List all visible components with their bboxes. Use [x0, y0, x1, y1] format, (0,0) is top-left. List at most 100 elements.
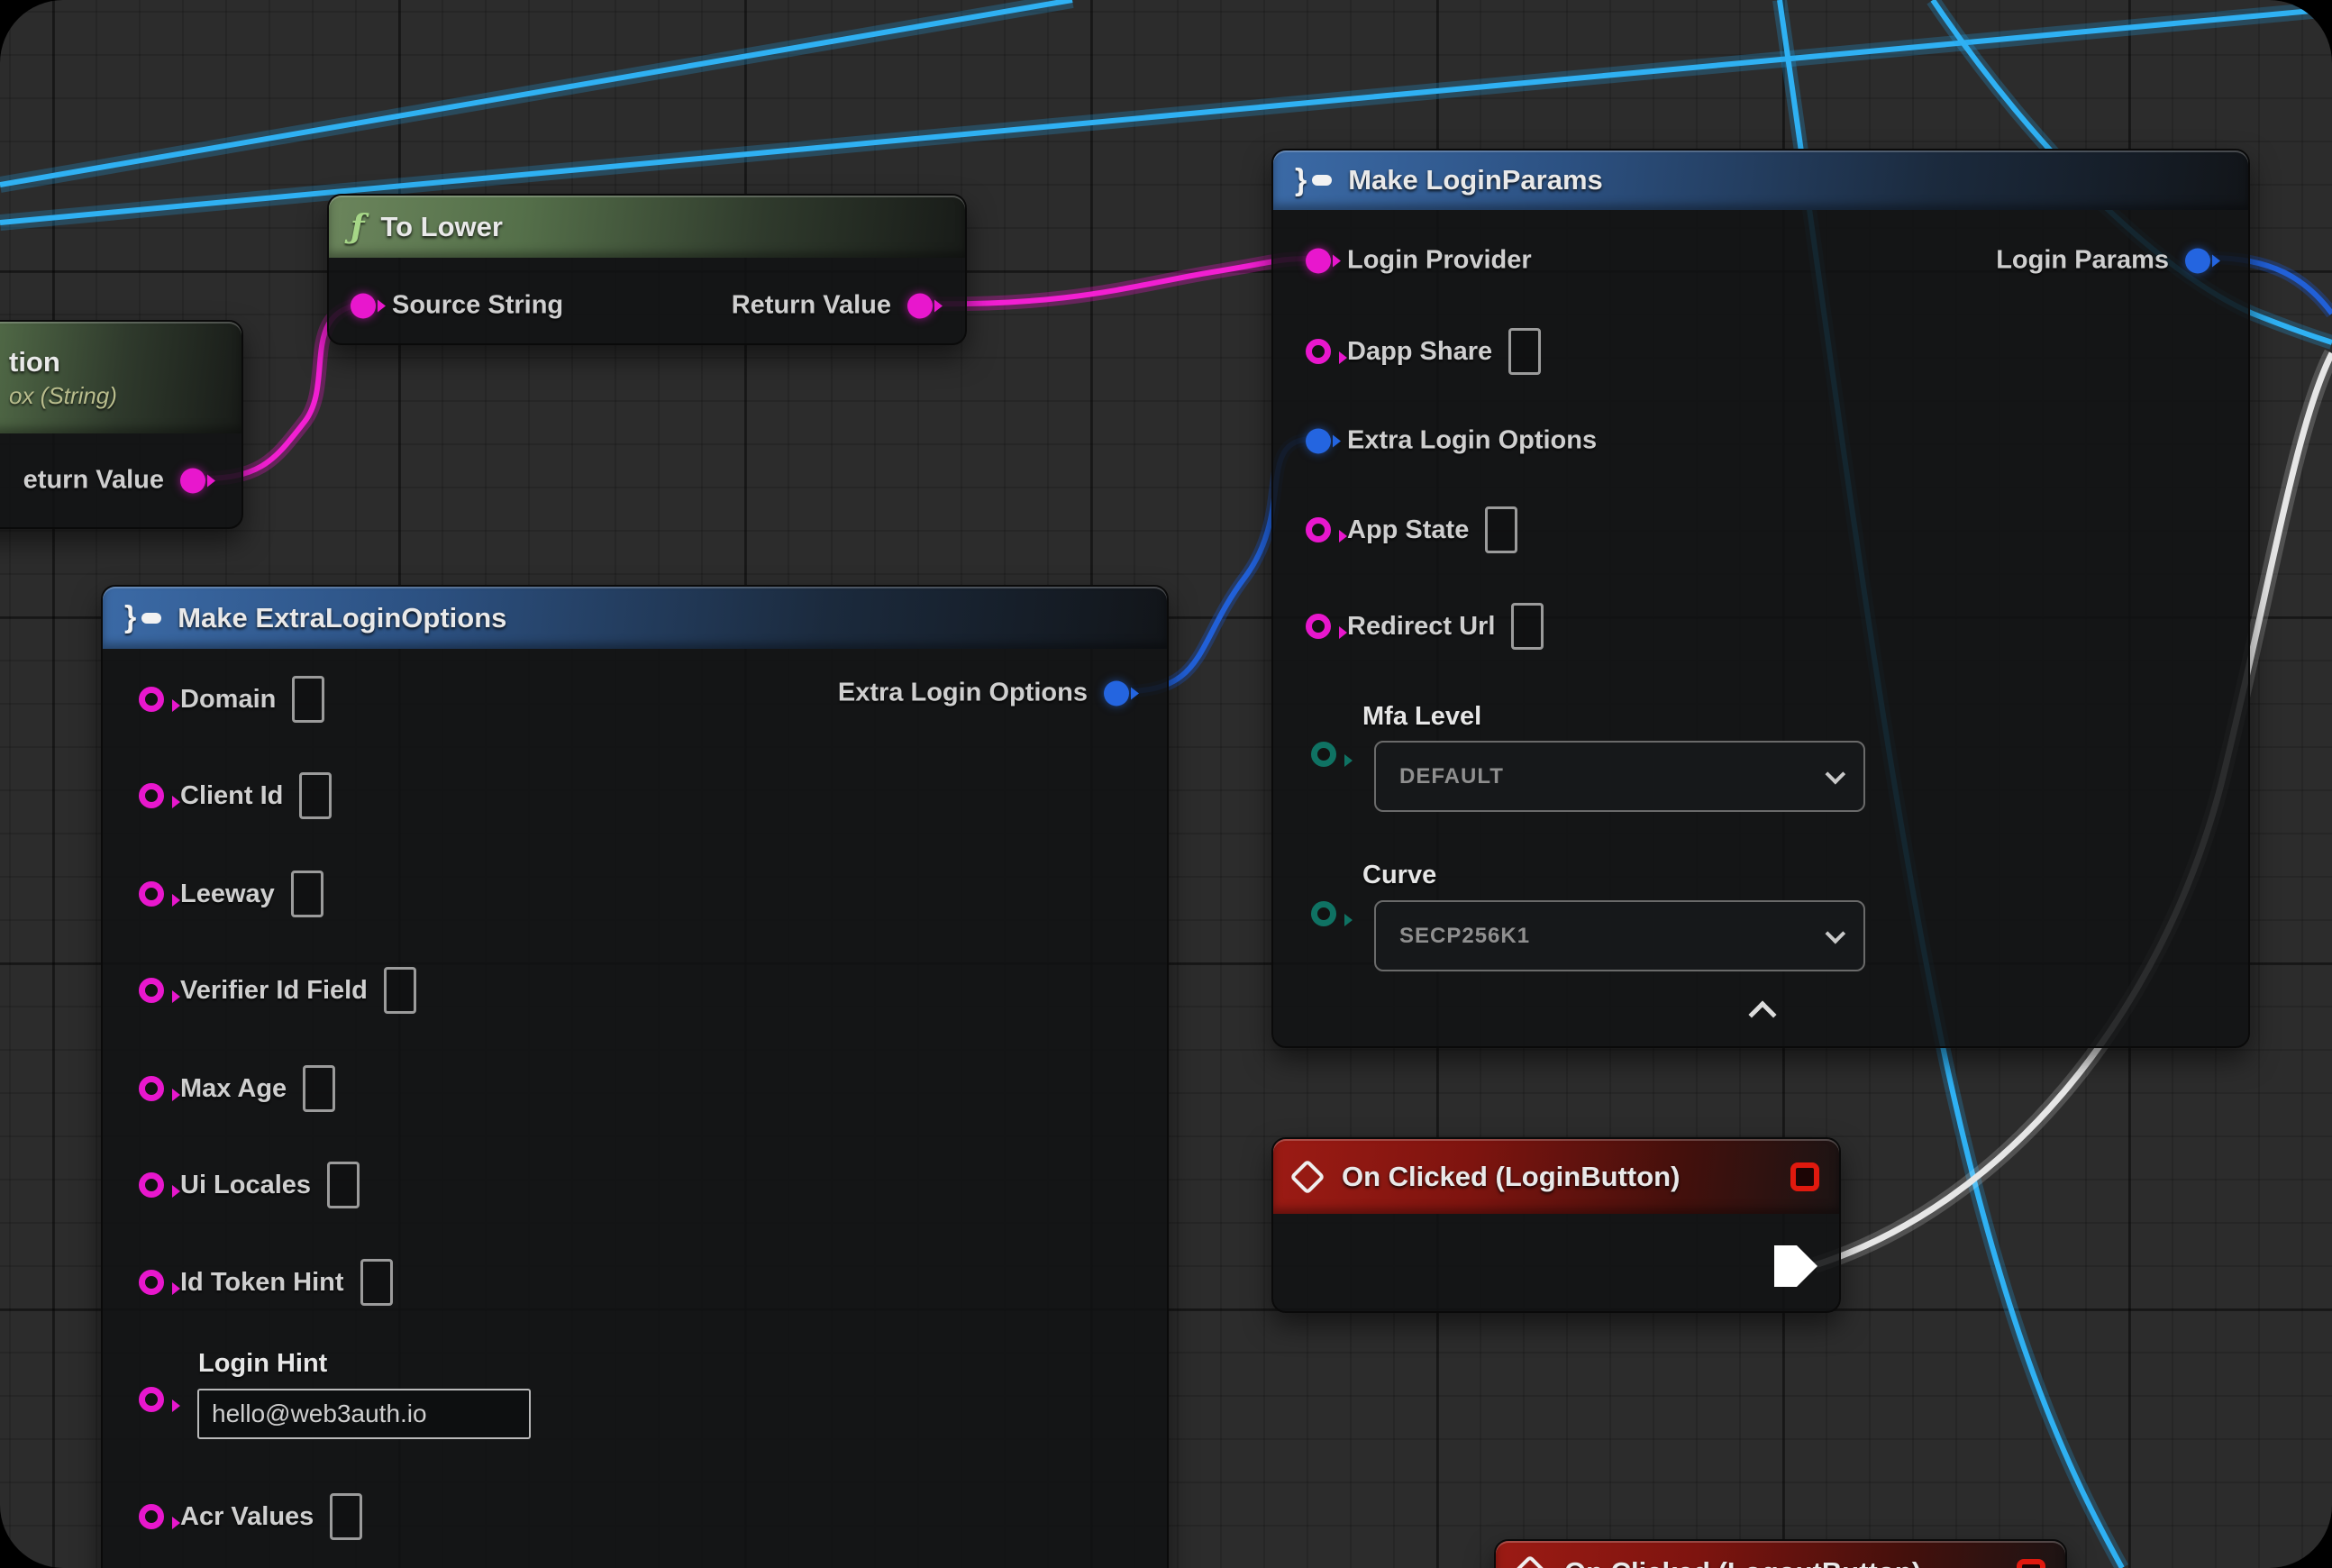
pin-label: Login Provider	[1347, 246, 1532, 276]
pin-label: Extra Login Options	[1347, 426, 1597, 456]
node-to-lower[interactable]: ƒ To Lower Source String Return Value	[327, 194, 967, 345]
event-diamond-icon	[1512, 1554, 1548, 1568]
output-pin-login-params[interactable]	[2185, 248, 2210, 273]
input-pin-redirect-url[interactable]	[1306, 614, 1331, 639]
node-on-clicked-login-button[interactable]: On Clicked (LoginButton)	[1271, 1137, 1841, 1313]
pin-row: Id Token Hint	[139, 1259, 393, 1306]
pin-label: Leeway	[180, 880, 275, 909]
output-pin-return-value[interactable]	[907, 293, 933, 318]
input-pin-ui-locales[interactable]	[139, 1172, 164, 1198]
input-pin-source-string[interactable]	[351, 293, 376, 318]
dapp-share-checkbox[interactable]	[1508, 328, 1541, 375]
client-id-checkbox[interactable]	[299, 772, 332, 819]
function-icon: ƒ	[351, 208, 365, 246]
node-title: To Lower	[381, 211, 503, 243]
node-header[interactable]: } Make ExtraLoginOptions	[103, 587, 1167, 649]
delegate-pin[interactable]	[1790, 1162, 1819, 1191]
node-partial-function[interactable]: tion ox (String) eturn Value	[0, 320, 243, 529]
input-pin-verifier-id-field[interactable]	[139, 978, 164, 1003]
pin-row: Client Id	[139, 772, 332, 819]
node-on-clicked-logout-button[interactable]: On Clicked (LogoutButton)	[1494, 1539, 2067, 1568]
input-pin-app-state[interactable]	[1306, 517, 1331, 542]
domain-checkbox[interactable]	[292, 676, 324, 723]
input-pin-client-id[interactable]	[139, 783, 164, 808]
pin-row: Redirect Url	[1306, 603, 1544, 650]
pin-row: Verifier Id Field	[139, 967, 416, 1014]
curve-label: Curve	[1362, 861, 1436, 890]
input-pin-curve[interactable]	[1311, 901, 1336, 926]
mfa-level-value: DEFAULT	[1399, 764, 1504, 789]
node-header[interactable]: ƒ To Lower	[329, 196, 965, 258]
input-pin-domain[interactable]	[139, 687, 164, 712]
pin-label: Max Age	[180, 1074, 287, 1104]
node-subtitle: ox (String)	[9, 382, 117, 410]
chevron-down-icon	[1826, 923, 1846, 944]
pin-row: Dapp Share	[1306, 328, 1541, 375]
node-header[interactable]: } Make LoginParams	[1273, 150, 2248, 210]
event-diamond-icon	[1289, 1159, 1325, 1195]
pin-label: Verifier Id Field	[180, 976, 368, 1006]
input-pin-acr-values[interactable]	[139, 1504, 164, 1529]
node-header[interactable]: On Clicked (LogoutButton)	[1496, 1541, 2065, 1568]
input-pin-extra-login-options[interactable]	[1306, 428, 1331, 453]
make-struct-icon: }	[124, 600, 161, 635]
verifier-id-field-checkbox[interactable]	[384, 967, 416, 1014]
id-token-hint-checkbox[interactable]	[360, 1259, 393, 1306]
curve-value: SECP256K1	[1399, 924, 1530, 949]
login-hint-label: Login Hint	[198, 1349, 327, 1379]
node-title: Make LoginParams	[1348, 164, 1603, 196]
leeway-checkbox[interactable]	[291, 871, 323, 917]
output-pin-extra-login-options[interactable]	[1104, 680, 1129, 706]
make-struct-icon: }	[1295, 163, 1332, 198]
curve-dropdown[interactable]: SECP256K1	[1374, 900, 1865, 971]
blueprint-canvas[interactable]: tion ox (String) eturn Value ƒ To Lower …	[0, 0, 2332, 1568]
pin-label: Domain	[180, 685, 276, 715]
pin-label: Login Params	[1996, 246, 2169, 276]
app-state-checkbox[interactable]	[1485, 506, 1517, 553]
pin-label: Return Value	[732, 291, 891, 321]
input-pin-mfa-level[interactable]	[1311, 742, 1336, 767]
input-pin-dapp-share[interactable]	[1306, 339, 1331, 364]
delegate-pin[interactable]	[2017, 1559, 2045, 1568]
input-pin-id-token-hint[interactable]	[139, 1270, 164, 1295]
ui-locales-checkbox[interactable]	[327, 1162, 360, 1208]
node-title: On Clicked (LogoutButton)	[1564, 1556, 1921, 1568]
pin-row: Ui Locales	[139, 1162, 360, 1208]
pin-label: Dapp Share	[1347, 337, 1492, 367]
pin-label: App State	[1347, 515, 1469, 545]
node-make-login-params[interactable]: } Make LoginParams Login Provider Login …	[1271, 149, 2250, 1048]
node-title: On Clicked (LoginButton)	[1342, 1161, 1680, 1193]
node-make-extra-login-options[interactable]: } Make ExtraLoginOptions Extra Login Opt…	[101, 585, 1169, 1568]
pin-label: Id Token Hint	[180, 1268, 344, 1298]
chevron-down-icon	[1826, 763, 1846, 784]
pin-label: Extra Login Options	[838, 679, 1088, 708]
collapse-node-chevron-icon[interactable]	[1748, 1000, 1776, 1028]
node-title: tion	[9, 346, 60, 378]
mfa-level-label: Mfa Level	[1362, 702, 1481, 732]
pin-label: Redirect Url	[1347, 612, 1495, 642]
input-pin-login-hint[interactable]	[139, 1387, 164, 1412]
input-pin-leeway[interactable]	[139, 881, 164, 907]
node-title: Make ExtraLoginOptions	[178, 602, 506, 634]
login-hint-input[interactable]	[197, 1389, 531, 1439]
pin-row: Leeway	[139, 871, 323, 917]
input-pin-max-age[interactable]	[139, 1076, 164, 1101]
pin-label: eturn Value	[23, 466, 164, 496]
pin-row: Max Age	[139, 1065, 335, 1112]
mfa-level-dropdown[interactable]: DEFAULT	[1374, 741, 1865, 812]
input-pin-login-provider[interactable]	[1306, 248, 1331, 273]
node-header[interactable]: On Clicked (LoginButton)	[1273, 1139, 1839, 1214]
acr-values-checkbox[interactable]	[330, 1493, 362, 1540]
node-header[interactable]: tion ox (String)	[0, 322, 241, 433]
max-age-checkbox[interactable]	[303, 1065, 335, 1112]
pin-label: Client Id	[180, 781, 283, 811]
pin-label: Ui Locales	[180, 1171, 311, 1200]
pin-row: Acr Values	[139, 1493, 362, 1540]
pin-label: Acr Values	[180, 1502, 314, 1532]
pin-row: Domain	[139, 676, 324, 723]
pin-row: App State	[1306, 506, 1517, 553]
pin-label: Source String	[392, 291, 563, 321]
exec-output-pin[interactable]	[1774, 1245, 1817, 1287]
output-pin-return-value[interactable]	[180, 468, 205, 493]
redirect-url-checkbox[interactable]	[1511, 603, 1544, 650]
